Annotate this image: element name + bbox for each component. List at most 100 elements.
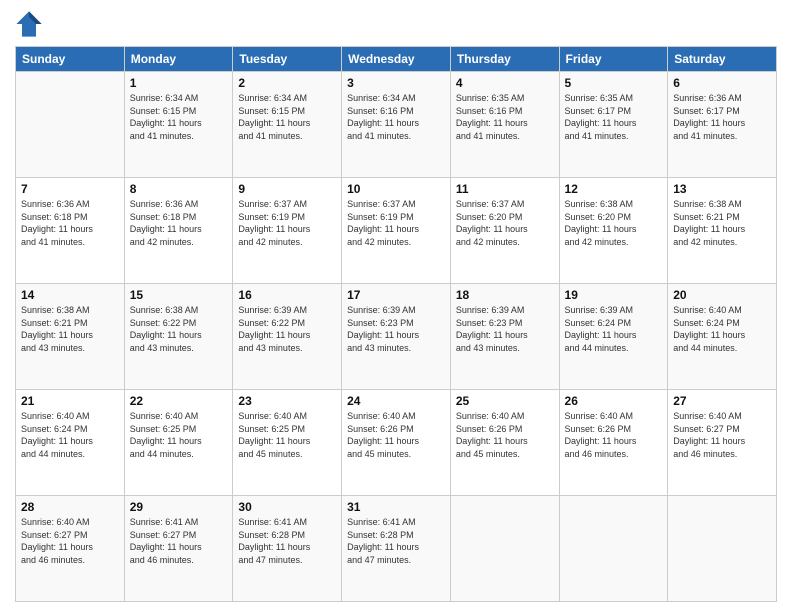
calendar-cell: 31 Sunrise: 6:41 AM Sunset: 6:28 PM Dayli… <box>342 496 451 602</box>
day-number: 15 <box>130 288 228 302</box>
day-info: Sunrise: 6:39 AM Sunset: 6:22 PM Dayligh… <box>238 304 336 354</box>
page: Sunday Monday Tuesday Wednesday Thursday… <box>0 0 792 612</box>
day-info: Sunrise: 6:36 AM Sunset: 6:17 PM Dayligh… <box>673 92 771 142</box>
calendar-cell: 22Sunrise: 6:40 AM Sunset: 6:25 PM Dayli… <box>124 390 233 496</box>
day-number: 24 <box>347 394 445 408</box>
calendar-cell: 24 Sunrise: 6:40 AM Sunset: 6:26 PM Dayli… <box>342 390 451 496</box>
col-monday: Monday <box>124 47 233 72</box>
day-info: Sunrise: 6:38 AM Sunset: 6:21 PM Dayligh… <box>673 198 771 248</box>
calendar-cell: 2 Sunrise: 6:34 AM Sunset: 6:15 PM Daylig… <box>233 72 342 178</box>
calendar-cell: 9 Sunrise: 6:37 AM Sunset: 6:19 PM Daylig… <box>233 178 342 284</box>
calendar-cell: 3Sunrise: 6:34 AM Sunset: 6:16 PM Daylig… <box>342 72 451 178</box>
logo-icon <box>15 10 43 38</box>
day-info: Sunrise: 6:41 AM Sunset: 6:28 PM Dayligh… <box>238 516 336 566</box>
calendar-cell: 12 Sunrise: 6:38 AM Sunset: 6:20 PM Dayli… <box>559 178 668 284</box>
calendar-cell: 11 Sunrise: 6:37 AM Sunset: 6:20 PM Dayli… <box>450 178 559 284</box>
day-info: Sunrise: 6:36 AM Sunset: 6:18 PM Dayligh… <box>130 198 228 248</box>
day-info: Sunrise: 6:39 AM Sunset: 6:23 PM Dayligh… <box>347 304 445 354</box>
calendar-cell: 19Sunrise: 6:39 AM Sunset: 6:24 PM Dayli… <box>559 284 668 390</box>
calendar-cell: 26 Sunrise: 6:40 AM Sunset: 6:26 PM Dayli… <box>559 390 668 496</box>
day-info: Sunrise: 6:34 AM Sunset: 6:15 PM Dayligh… <box>238 92 336 142</box>
day-info: Sunrise: 6:40 AM Sunset: 6:26 PM Dayligh… <box>456 410 554 460</box>
calendar-cell: 15 Sunrise: 6:38 AM Sunset: 6:22 PM Dayli… <box>124 284 233 390</box>
day-number: 29 <box>130 500 228 514</box>
calendar-cell: 20 Sunrise: 6:40 AM Sunset: 6:24 PM Dayli… <box>668 284 777 390</box>
calendar-cell: 10 Sunrise: 6:37 AM Sunset: 6:19 PM Dayli… <box>342 178 451 284</box>
day-info: Sunrise: 6:40 AM Sunset: 6:27 PM Dayligh… <box>673 410 771 460</box>
day-info: Sunrise: 6:34 AM Sunset: 6:15 PM Dayligh… <box>130 92 228 142</box>
calendar-cell: 8Sunrise: 6:36 AM Sunset: 6:18 PM Daylig… <box>124 178 233 284</box>
day-info: Sunrise: 6:39 AM Sunset: 6:24 PM Dayligh… <box>565 304 663 354</box>
day-info: Sunrise: 6:35 AM Sunset: 6:16 PM Dayligh… <box>456 92 554 142</box>
day-number: 9 <box>238 182 336 196</box>
day-info: Sunrise: 6:34 AM Sunset: 6:16 PM Dayligh… <box>347 92 445 142</box>
week-row-4: 28 Sunrise: 6:40 AM Sunset: 6:27 PM Dayli… <box>16 496 777 602</box>
day-info: Sunrise: 6:40 AM Sunset: 6:25 PM Dayligh… <box>130 410 228 460</box>
day-number: 4 <box>456 76 554 90</box>
day-number: 25 <box>456 394 554 408</box>
calendar-cell <box>559 496 668 602</box>
calendar-cell: 29 Sunrise: 6:41 AM Sunset: 6:27 PM Dayli… <box>124 496 233 602</box>
calendar-table: Sunday Monday Tuesday Wednesday Thursday… <box>15 46 777 602</box>
day-info: Sunrise: 6:40 AM Sunset: 6:24 PM Dayligh… <box>673 304 771 354</box>
calendar-cell: 28 Sunrise: 6:40 AM Sunset: 6:27 PM Dayli… <box>16 496 125 602</box>
col-tuesday: Tuesday <box>233 47 342 72</box>
col-saturday: Saturday <box>668 47 777 72</box>
day-number: 17 <box>347 288 445 302</box>
week-row-0: 1Sunrise: 6:34 AM Sunset: 6:15 PM Daylig… <box>16 72 777 178</box>
day-number: 2 <box>238 76 336 90</box>
week-row-1: 7 Sunrise: 6:36 AM Sunset: 6:18 PM Daylig… <box>16 178 777 284</box>
col-sunday: Sunday <box>16 47 125 72</box>
calendar-cell: 7 Sunrise: 6:36 AM Sunset: 6:18 PM Daylig… <box>16 178 125 284</box>
day-info: Sunrise: 6:40 AM Sunset: 6:25 PM Dayligh… <box>238 410 336 460</box>
header-row: Sunday Monday Tuesday Wednesday Thursday… <box>16 47 777 72</box>
day-number: 18 <box>456 288 554 302</box>
day-info: Sunrise: 6:40 AM Sunset: 6:27 PM Dayligh… <box>21 516 119 566</box>
day-info: Sunrise: 6:37 AM Sunset: 6:19 PM Dayligh… <box>347 198 445 248</box>
day-number: 14 <box>21 288 119 302</box>
day-number: 23 <box>238 394 336 408</box>
day-number: 5 <box>565 76 663 90</box>
day-number: 6 <box>673 76 771 90</box>
day-info: Sunrise: 6:37 AM Sunset: 6:20 PM Dayligh… <box>456 198 554 248</box>
day-info: Sunrise: 6:38 AM Sunset: 6:21 PM Dayligh… <box>21 304 119 354</box>
logo <box>15 10 47 38</box>
day-number: 10 <box>347 182 445 196</box>
day-number: 31 <box>347 500 445 514</box>
day-info: Sunrise: 6:40 AM Sunset: 6:26 PM Dayligh… <box>347 410 445 460</box>
week-row-3: 21 Sunrise: 6:40 AM Sunset: 6:24 PM Dayli… <box>16 390 777 496</box>
calendar-cell: 14 Sunrise: 6:38 AM Sunset: 6:21 PM Dayli… <box>16 284 125 390</box>
day-info: Sunrise: 6:41 AM Sunset: 6:28 PM Dayligh… <box>347 516 445 566</box>
day-info: Sunrise: 6:38 AM Sunset: 6:22 PM Dayligh… <box>130 304 228 354</box>
day-info: Sunrise: 6:40 AM Sunset: 6:26 PM Dayligh… <box>565 410 663 460</box>
calendar-cell: 30Sunrise: 6:41 AM Sunset: 6:28 PM Dayli… <box>233 496 342 602</box>
day-info: Sunrise: 6:41 AM Sunset: 6:27 PM Dayligh… <box>130 516 228 566</box>
day-number: 26 <box>565 394 663 408</box>
day-number: 21 <box>21 394 119 408</box>
calendar-cell: 25 Sunrise: 6:40 AM Sunset: 6:26 PM Dayli… <box>450 390 559 496</box>
calendar-cell: 5 Sunrise: 6:35 AM Sunset: 6:17 PM Daylig… <box>559 72 668 178</box>
calendar-cell <box>668 496 777 602</box>
col-thursday: Thursday <box>450 47 559 72</box>
day-info: Sunrise: 6:35 AM Sunset: 6:17 PM Dayligh… <box>565 92 663 142</box>
day-number: 20 <box>673 288 771 302</box>
day-number: 13 <box>673 182 771 196</box>
day-number: 7 <box>21 182 119 196</box>
calendar-cell: 18 Sunrise: 6:39 AM Sunset: 6:23 PM Dayli… <box>450 284 559 390</box>
day-number: 12 <box>565 182 663 196</box>
calendar-cell: 21 Sunrise: 6:40 AM Sunset: 6:24 PM Dayli… <box>16 390 125 496</box>
day-info: Sunrise: 6:38 AM Sunset: 6:20 PM Dayligh… <box>565 198 663 248</box>
calendar-cell: 23 Sunrise: 6:40 AM Sunset: 6:25 PM Dayli… <box>233 390 342 496</box>
day-number: 11 <box>456 182 554 196</box>
calendar-cell <box>16 72 125 178</box>
col-wednesday: Wednesday <box>342 47 451 72</box>
day-number: 16 <box>238 288 336 302</box>
day-info: Sunrise: 6:36 AM Sunset: 6:18 PM Dayligh… <box>21 198 119 248</box>
week-row-2: 14 Sunrise: 6:38 AM Sunset: 6:21 PM Dayli… <box>16 284 777 390</box>
calendar-cell: 1Sunrise: 6:34 AM Sunset: 6:15 PM Daylig… <box>124 72 233 178</box>
day-info: Sunrise: 6:37 AM Sunset: 6:19 PM Dayligh… <box>238 198 336 248</box>
day-info: Sunrise: 6:40 AM Sunset: 6:24 PM Dayligh… <box>21 410 119 460</box>
calendar-body: 1Sunrise: 6:34 AM Sunset: 6:15 PM Daylig… <box>16 72 777 602</box>
day-number: 28 <box>21 500 119 514</box>
day-info: Sunrise: 6:39 AM Sunset: 6:23 PM Dayligh… <box>456 304 554 354</box>
